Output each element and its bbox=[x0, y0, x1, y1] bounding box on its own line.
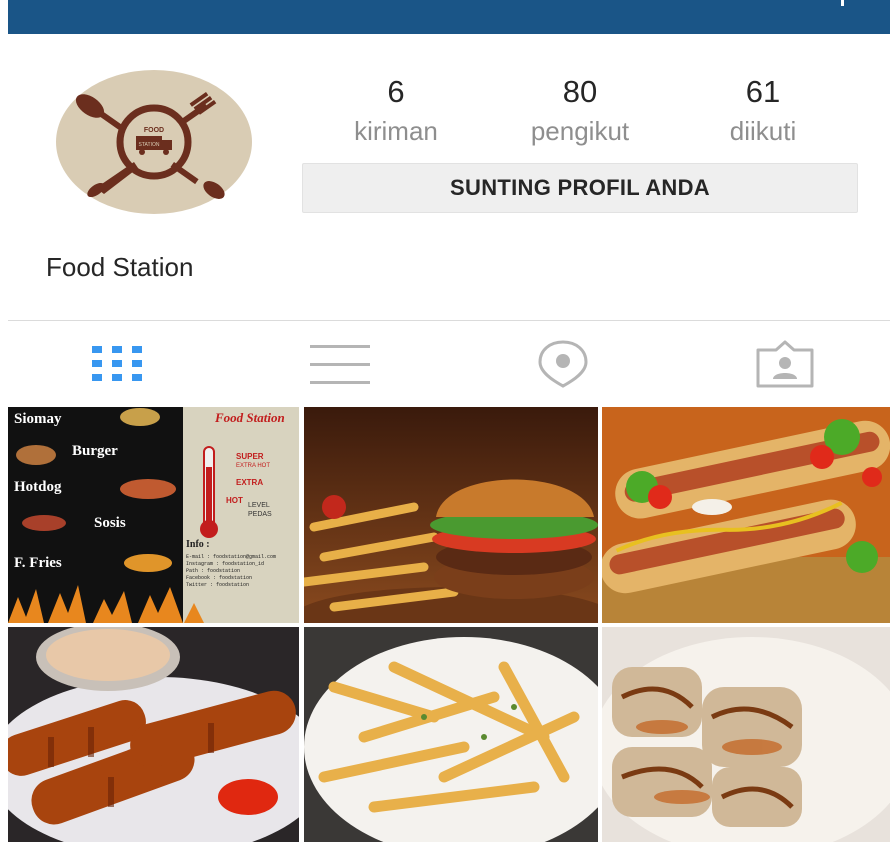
svg-text:E-mail : foodstation@gmail.: E-mail : foodstation@gmail.com bbox=[186, 554, 276, 560]
followers-count: 80 bbox=[562, 74, 598, 109]
list-icon bbox=[310, 345, 370, 384]
tagged-person-icon bbox=[756, 340, 814, 388]
svg-text:Facebook : foodstation: Facebook : foodstation bbox=[186, 575, 252, 581]
hotdogs-photo bbox=[602, 407, 890, 623]
svg-text:STATION: STATION bbox=[139, 142, 160, 148]
status-header-bar bbox=[8, 0, 890, 34]
menu-item: Burger bbox=[72, 443, 118, 459]
fries-photo bbox=[304, 627, 598, 842]
tab-grid[interactable] bbox=[90, 336, 146, 390]
tab-list[interactable] bbox=[308, 336, 372, 390]
post-tile-hotdogs[interactable] bbox=[602, 407, 890, 623]
svg-text:FOOD: FOOD bbox=[144, 127, 164, 134]
status-tick bbox=[841, 0, 844, 6]
svg-text:Path : foodstation: Path : foodstation bbox=[186, 568, 240, 574]
svg-text:Instagram : foodstation_id: Instagram : foodstation_id bbox=[186, 561, 264, 567]
food-station-logo-icon: FOOD STATION bbox=[56, 70, 252, 214]
svg-text:Twitter : foodstation: Twitter : foodstation bbox=[186, 582, 249, 588]
post-tile-sausages[interactable] bbox=[8, 627, 299, 842]
menu-item: F. Fries bbox=[14, 555, 62, 571]
svg-text:PEDAS: PEDAS bbox=[248, 511, 272, 518]
posts-count: 6 bbox=[387, 74, 405, 109]
post-tile-burger[interactable] bbox=[304, 407, 598, 623]
burger-photo bbox=[304, 407, 598, 623]
svg-text:SUPER: SUPER bbox=[236, 452, 264, 461]
posts-grid: Food Station Siomay Burger Hotdog Sosis … bbox=[8, 407, 890, 842]
following-count: 61 bbox=[745, 74, 781, 109]
menu-item: Sosis bbox=[94, 515, 126, 531]
siomay-photo bbox=[602, 627, 890, 842]
location-pin-icon bbox=[538, 340, 588, 388]
menu-item: Hotdog bbox=[14, 479, 62, 495]
svg-text:HOT: HOT bbox=[226, 496, 243, 505]
post-tile-siomay[interactable] bbox=[602, 627, 890, 842]
sausages-photo bbox=[8, 627, 299, 842]
posts-stat[interactable]: 6 kiriman bbox=[321, 70, 471, 148]
followers-label: pengikut bbox=[530, 116, 630, 146]
profile-avatar[interactable]: FOOD STATION bbox=[56, 70, 252, 214]
posts-label: kiriman bbox=[354, 116, 438, 146]
following-label: diikuti bbox=[729, 116, 797, 146]
following-stat[interactable]: 61 diikuti bbox=[688, 70, 838, 148]
poster-brand: Food Station bbox=[214, 410, 285, 425]
edit-profile-button[interactable]: SUNTING PROFIL ANDA bbox=[302, 163, 858, 213]
svg-text:EXTRA: EXTRA bbox=[236, 478, 263, 487]
grid-icon bbox=[92, 346, 142, 381]
tab-tagged[interactable] bbox=[754, 336, 816, 390]
post-tile-menu-poster[interactable]: Food Station Siomay Burger Hotdog Sosis … bbox=[8, 407, 299, 623]
profile-name: Food Station bbox=[46, 252, 194, 282]
post-tile-fries[interactable] bbox=[304, 627, 598, 842]
followers-stat[interactable]: 80 pengikut bbox=[505, 70, 655, 148]
svg-text:EXTRA HOT: EXTRA HOT bbox=[236, 463, 270, 469]
poster-info-title: Info : bbox=[186, 539, 210, 550]
tabs-divider bbox=[8, 320, 890, 321]
menu-item: Siomay bbox=[14, 411, 62, 427]
svg-text:LEVEL: LEVEL bbox=[248, 502, 270, 509]
menu-poster-image: Food Station Siomay Burger Hotdog Sosis … bbox=[8, 407, 299, 623]
tab-location[interactable] bbox=[536, 336, 590, 390]
